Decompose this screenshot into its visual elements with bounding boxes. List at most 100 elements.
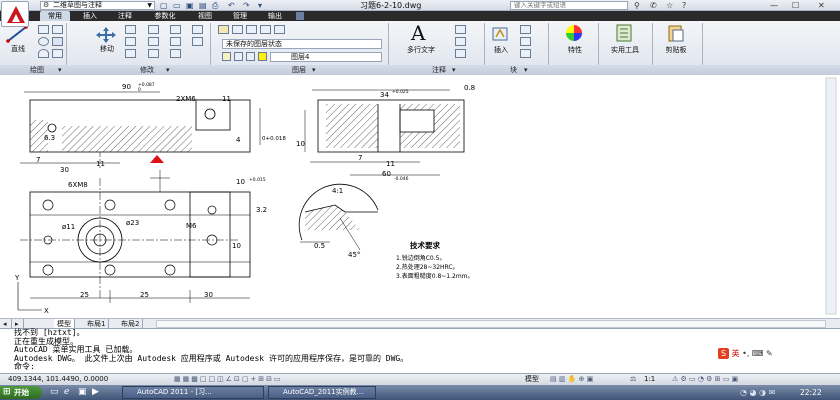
new-icon[interactable]: ▢	[160, 1, 168, 10]
copy-icon[interactable]	[125, 37, 136, 46]
move-icon[interactable]	[95, 27, 117, 43]
player-icon[interactable]: ▶	[92, 385, 99, 400]
tray-icons[interactable]: ◔ ◕ ◑ ✉	[740, 385, 775, 400]
chevron-down-icon[interactable]: ▾	[166, 65, 170, 75]
tab-home[interactable]: 常用	[40, 11, 70, 21]
stretch-icon[interactable]	[125, 49, 136, 58]
chevron-down-icon[interactable]: ▾	[524, 65, 528, 75]
command-window[interactable]: 找不到 [hztxt]。 正在重生成模型。 AutoCAD 菜单实用工具 已加载…	[0, 328, 840, 372]
maximize-icon[interactable]: ☐	[792, 0, 799, 11]
vertical-scrollbar[interactable]	[825, 77, 837, 315]
annotation-scale[interactable]: 1:1	[644, 374, 655, 385]
sun-icon[interactable]	[234, 52, 243, 61]
status-tray-icons[interactable]: ⚠ ⚙ ▭ ◔ ⚙ ⊞ ▭ ▣	[672, 374, 738, 385]
layer-icon[interactable]	[246, 25, 257, 34]
help-icon[interactable]: ?	[682, 0, 686, 11]
comm-center-icon[interactable]: ✆	[650, 0, 657, 11]
trim-icon[interactable]	[148, 25, 159, 34]
tab-annotate[interactable]: 注释	[110, 11, 140, 21]
block-attribute-icon[interactable]	[520, 49, 531, 58]
ime-toolbar[interactable]: S 英 •, ⌨ ✎	[718, 348, 840, 359]
lightbulb-icon[interactable]	[222, 52, 231, 61]
insert-button[interactable]: 插入	[488, 45, 514, 55]
chevron-down-icon[interactable]: ▾	[258, 1, 262, 10]
taskbar-item-document[interactable]: AutoCAD_2011实例教...	[268, 386, 376, 399]
drawing-canvas[interactable]: 90 +0.087 0 2XM6 11 4 6.3 30 7 11 0+0.01…	[0, 76, 840, 318]
search-input[interactable]: 键入关键字或短语	[510, 1, 628, 10]
open-icon[interactable]: ▭	[173, 1, 181, 10]
properties-button[interactable]: 特性	[560, 45, 590, 55]
move-button[interactable]: 移动	[95, 44, 119, 54]
utilities-button[interactable]: 实用工具	[604, 45, 646, 55]
layer-icon[interactable]	[232, 25, 243, 34]
plot-icon[interactable]: ⎙	[212, 1, 218, 10]
fillet-icon[interactable]	[170, 37, 181, 46]
rectangle-icon[interactable]	[52, 25, 63, 34]
layer-properties-icon[interactable]	[218, 25, 229, 34]
horizontal-scrollbar[interactable]	[156, 320, 826, 328]
tab-parametric[interactable]: 参数化	[145, 11, 185, 21]
lock-icon[interactable]	[246, 52, 255, 61]
layer-icon[interactable]	[274, 25, 285, 34]
annotation-panel-label[interactable]: 注释	[432, 65, 446, 75]
drafting-toggles[interactable]: ▦▦▩□□◫∠⊡▢+⊞⊟▭	[174, 374, 283, 385]
explorer-icon[interactable]: ▣	[78, 385, 87, 400]
model-space-button[interactable]: 模型	[525, 374, 539, 385]
insert-block-icon[interactable]	[491, 26, 509, 42]
redo-icon[interactable]: ↷	[243, 1, 250, 10]
mtext-button[interactable]: 多行文字	[400, 45, 442, 55]
circle-icon[interactable]	[38, 37, 49, 46]
scale-icon[interactable]	[148, 49, 159, 58]
mtext-icon[interactable]: A	[411, 22, 425, 44]
tab-insert[interactable]: 插入	[75, 11, 105, 21]
minimize-ribbon-icon[interactable]	[296, 12, 304, 20]
tab-view[interactable]: 视图	[190, 11, 220, 21]
command-prompt[interactable]: 命令:	[14, 363, 840, 372]
create-block-icon[interactable]	[520, 25, 531, 34]
current-layer-select[interactable]: 图层4	[270, 52, 382, 62]
leader-icon[interactable]	[455, 37, 466, 46]
line-icon[interactable]	[6, 25, 28, 43]
offset-icon[interactable]	[192, 37, 203, 46]
star-icon[interactable]: ☆	[666, 0, 673, 11]
tab-output[interactable]: 输出	[260, 11, 290, 21]
rotate-icon[interactable]	[125, 25, 136, 34]
close-icon[interactable]: ✕	[818, 0, 825, 11]
modify-panel-label[interactable]: 修改	[140, 65, 154, 75]
save-icon[interactable]: ▣	[186, 1, 194, 10]
clipboard-button[interactable]: 剪贴板	[658, 45, 694, 55]
binoculars-icon[interactable]: ⚲	[634, 0, 640, 11]
application-menu-button[interactable]	[1, 1, 29, 27]
saveas-icon[interactable]: ▤	[199, 1, 207, 10]
taskbar-item-autocad[interactable]: AutoCAD 2011 - [习...	[122, 386, 264, 399]
calculator-icon[interactable]	[615, 24, 633, 42]
tab-manage[interactable]: 管理	[225, 11, 255, 21]
line-button[interactable]: 直线	[6, 44, 30, 54]
erase-icon[interactable]	[170, 25, 181, 34]
array-icon[interactable]	[170, 49, 181, 58]
minimize-icon[interactable]: —	[770, 0, 778, 11]
chevron-down-icon[interactable]: ▾	[452, 65, 456, 75]
hatch-icon[interactable]	[52, 37, 63, 46]
block-panel-label[interactable]: 块	[510, 65, 517, 75]
workspace-selector[interactable]: ⚙ 二维草图与注释 ▼	[40, 1, 155, 10]
quick-view-icon[interactable]: ▤ ▥ ✋ ⊕ ▣	[550, 374, 593, 385]
desktop-icon[interactable]: ▭	[50, 385, 59, 400]
color-swatch-icon[interactable]	[258, 52, 267, 61]
layer-icon[interactable]	[260, 25, 271, 34]
arc-icon[interactable]	[38, 49, 49, 58]
color-wheel-icon[interactable]	[565, 24, 583, 42]
edit-block-icon[interactable]	[520, 37, 531, 46]
layers-panel-label[interactable]: 图层	[292, 65, 306, 75]
mirror-icon[interactable]	[148, 37, 159, 46]
dimension-icon[interactable]	[455, 25, 466, 34]
ellipse-icon[interactable]	[52, 49, 63, 58]
paste-icon[interactable]	[668, 24, 684, 42]
draw-panel-label[interactable]: 绘图	[30, 65, 44, 75]
chevron-down-icon[interactable]: ▾	[312, 65, 316, 75]
chevron-down-icon[interactable]: ▾	[58, 65, 62, 75]
layer-state-select[interactable]: 未保存的图层状态	[222, 39, 382, 49]
polyline-icon[interactable]	[38, 25, 49, 34]
table-icon[interactable]	[455, 49, 466, 58]
explode-icon[interactable]	[192, 25, 203, 34]
